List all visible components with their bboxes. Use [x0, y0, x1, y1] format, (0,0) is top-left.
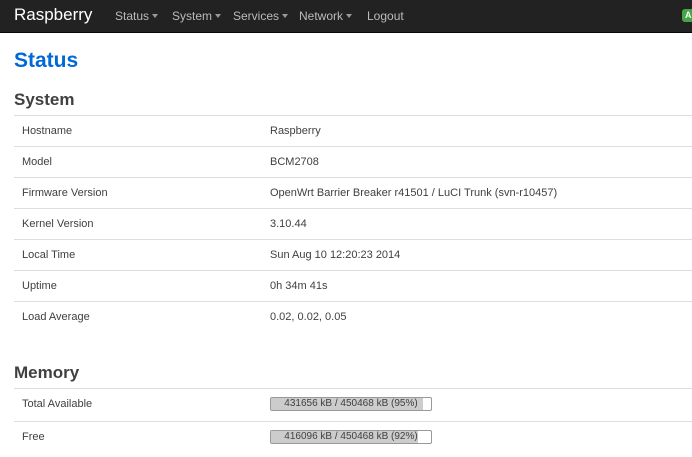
row-label: Local Time [22, 249, 76, 261]
table-row: Free 416096 kB / 450468 kB (92%) [14, 421, 692, 454]
system-table: Hostname Raspberry Model BCM2708 Firmwar… [14, 115, 692, 332]
row-label: Free [22, 431, 45, 443]
status-indicator-badge[interactable]: A [682, 9, 692, 22]
row-label: Model [22, 156, 52, 168]
row-value: 0.02, 0.02, 0.05 [270, 311, 347, 323]
caret-down-icon [152, 14, 159, 18]
table-row: Local Time Sun Aug 10 12:20:23 2014 [14, 239, 692, 270]
table-row: Kernel Version 3.10.44 [14, 208, 692, 239]
system-section-title: System [14, 90, 75, 109]
page-title: Status [14, 49, 79, 72]
row-label: Load Average [22, 311, 90, 323]
table-row: Model BCM2708 [14, 146, 692, 177]
memory-progress-text: 416096 kB / 450468 kB (92%) [284, 431, 418, 442]
caret-down-icon [282, 14, 289, 18]
row-label: Total Available [22, 398, 93, 410]
row-value: Raspberry [270, 125, 321, 137]
row-value: 3.10.44 [270, 218, 307, 230]
memory-section-title: Memory [14, 363, 80, 382]
nav-network-label: Network [299, 9, 344, 23]
nav-logout-label: Logout [367, 9, 404, 23]
row-value: BCM2708 [270, 156, 319, 168]
table-row: Hostname Raspberry [14, 115, 692, 146]
memory-progress-text: 431656 kB / 450468 kB (95%) [284, 398, 418, 409]
memory-progress-bar: 416096 kB / 450468 kB (92%) [270, 430, 432, 444]
nav-system-menu[interactable]: System [172, 9, 222, 23]
nav-services-menu[interactable]: Services [233, 9, 289, 23]
row-value: Sun Aug 10 12:20:23 2014 [270, 249, 401, 261]
nav-status-menu[interactable]: Status [115, 9, 159, 23]
row-value: 0h 34m 41s [270, 280, 328, 292]
nav-status-label: Status [115, 9, 150, 23]
nav-services-label: Services [233, 9, 280, 23]
table-row: Uptime 0h 34m 41s [14, 270, 692, 301]
caret-down-icon [215, 14, 222, 18]
row-label: Firmware Version [22, 187, 108, 199]
nav-network-menu[interactable]: Network [299, 9, 353, 23]
nav-logout-link[interactable]: Logout [367, 9, 404, 23]
caret-down-icon [346, 14, 353, 18]
top-navbar: Raspberry Status System Services Network… [0, 0, 692, 33]
row-label: Uptime [22, 280, 57, 292]
table-row: Firmware Version OpenWrt Barrier Breaker… [14, 177, 692, 208]
table-row: Total Available 431656 kB / 450468 kB (9… [14, 388, 692, 421]
row-label: Hostname [22, 125, 73, 137]
row-label: Kernel Version [22, 218, 94, 230]
brand-logo[interactable]: Raspberry [14, 5, 92, 25]
row-value: OpenWrt Barrier Breaker r41501 / LuCI Tr… [270, 187, 558, 199]
memory-table: Total Available 431656 kB / 450468 kB (9… [14, 388, 692, 454]
memory-progress-bar: 431656 kB / 450468 kB (95%) [270, 397, 432, 411]
table-row: Load Average 0.02, 0.02, 0.05 [14, 301, 692, 332]
nav-system-label: System [172, 9, 213, 23]
